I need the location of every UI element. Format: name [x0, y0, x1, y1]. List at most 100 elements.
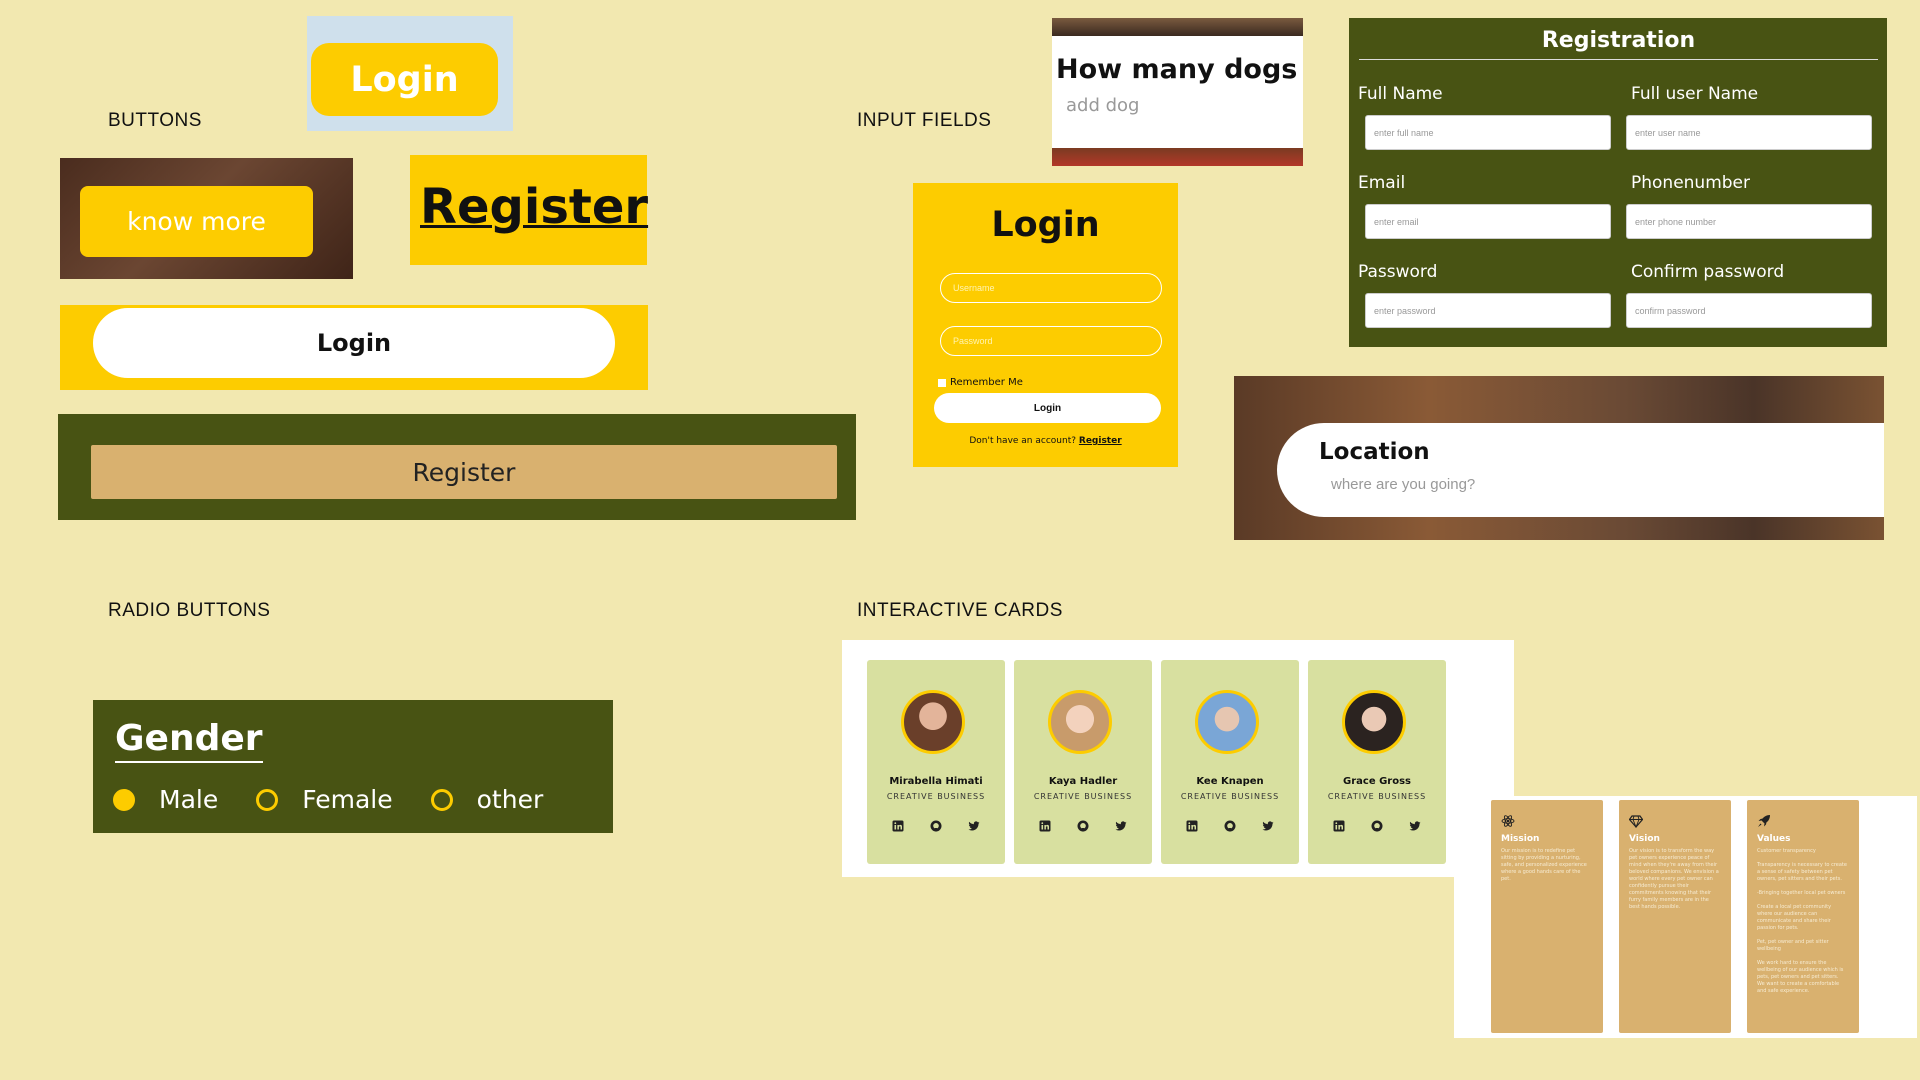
github-icon[interactable] — [1224, 820, 1236, 832]
profile-role: CREATIVE BUSINESS — [1180, 792, 1280, 801]
atom-icon — [1501, 815, 1515, 827]
vision-title: Vision — [1629, 834, 1660, 844]
profile-card[interactable]: Grace Gross CREATIVE BUSINESS — [1308, 660, 1446, 864]
label-email: Email — [1358, 173, 1406, 193]
github-icon[interactable] — [930, 820, 942, 832]
profile-card[interactable]: Kaya Hadler CREATIVE BUSINESS — [1014, 660, 1152, 864]
vision-card[interactable]: Vision Our vision is to transform the wa… — [1619, 800, 1731, 1033]
login-yellow-button-frame: Login — [307, 16, 513, 131]
profile-name: Grace Gross — [1343, 776, 1411, 787]
register-tan-button[interactable]: Register — [91, 445, 837, 499]
mission-text: Our mission is to redefine pet sitting b… — [1501, 848, 1587, 882]
twitter-icon[interactable] — [1409, 820, 1421, 832]
twitter-icon[interactable] — [1262, 820, 1274, 832]
linkedin-icon[interactable] — [1333, 820, 1345, 832]
twitter-icon[interactable] — [1115, 820, 1127, 832]
avatar — [1048, 690, 1112, 754]
radio-row: Male Female other — [113, 785, 581, 814]
profile-card[interactable]: Mirabella Himati CREATIVE BUSINESS — [867, 660, 1005, 864]
phone-input[interactable] — [1626, 204, 1872, 239]
register-tan-button-frame: Register — [58, 414, 856, 520]
radio-female[interactable]: Female — [256, 785, 393, 814]
profile-cards-panel: Mirabella Himati CREATIVE BUSINESS Kaya … — [842, 640, 1514, 877]
confirm-password-field[interactable] — [1626, 293, 1872, 328]
profile-name: Kee Knapen — [1196, 776, 1264, 787]
register-link-frame: Register — [410, 155, 648, 265]
label-confirm-password: Confirm password — [1631, 262, 1785, 282]
location-input[interactable] — [1329, 475, 1633, 494]
login-white-button-frame: Login — [60, 305, 648, 390]
full-name-input[interactable] — [1365, 115, 1611, 150]
user-name-input[interactable] — [1626, 115, 1872, 150]
know-more-button[interactable]: know more — [80, 186, 313, 257]
section-label-radio-buttons: RADIO BUTTONS — [108, 600, 271, 621]
profile-role: CREATIVE BUSINESS — [1327, 792, 1427, 801]
diamond-icon — [1629, 815, 1643, 828]
radio-label-female: Female — [302, 785, 393, 814]
login-yellow-button[interactable]: Login — [311, 43, 498, 116]
profile-role: CREATIVE BUSINESS — [886, 792, 986, 801]
linkedin-icon[interactable] — [1039, 820, 1051, 832]
linkedin-icon[interactable] — [892, 820, 904, 832]
section-label-input-fields: INPUT FIELDS — [857, 110, 992, 131]
profile-card[interactable]: Kee Knapen CREATIVE BUSINESS — [1161, 660, 1299, 864]
gender-title: Gender — [115, 718, 263, 763]
register-link[interactable]: Register — [1079, 436, 1122, 446]
social-icons — [1161, 820, 1299, 832]
linkedin-icon[interactable] — [1186, 820, 1198, 832]
signup-prompt-text: Don't have an account? — [969, 436, 1077, 446]
radio-other[interactable]: other — [430, 785, 544, 814]
vision-text: Our vision is to transform the way pet o… — [1629, 848, 1719, 910]
login-form-card: Login Remember Me Login Don't have an ac… — [913, 183, 1178, 467]
remember-me-label: Remember Me — [950, 377, 1023, 388]
profile-role: CREATIVE BUSINESS — [1033, 792, 1133, 801]
dogs-field-title: How many dogs — [1056, 54, 1298, 85]
avatar — [1342, 690, 1406, 754]
mission-vision-values-panel: Mission Our mission is to redefine pet s… — [1454, 796, 1917, 1038]
know-more-button-frame: know more — [60, 158, 353, 279]
signup-prompt: Don't have an account? Register — [913, 436, 1178, 446]
twitter-icon[interactable] — [968, 820, 980, 832]
social-icons — [1308, 820, 1446, 832]
email-input[interactable] — [1365, 204, 1611, 239]
login-submit-button[interactable]: Login — [934, 393, 1161, 423]
github-icon[interactable] — [1371, 820, 1383, 832]
rocket-icon — [1758, 815, 1770, 827]
radio-dot[interactable] — [256, 788, 279, 811]
radio-dot-checked[interactable] — [113, 788, 135, 811]
gender-radio-group: Gender Male Female other — [93, 700, 613, 833]
radio-label-male: Male — [159, 785, 219, 814]
remember-me[interactable]: Remember Me — [938, 377, 1023, 388]
avatar — [901, 690, 965, 754]
registration-form: Registration Full Name Full user Name Em… — [1349, 18, 1887, 347]
social-icons — [867, 820, 1005, 832]
login-form-title: Login — [991, 205, 1100, 245]
profile-name: Kaya Hadler — [1048, 776, 1118, 787]
location-search-panel: Location — [1234, 376, 1884, 540]
social-icons — [1014, 820, 1152, 832]
radio-male[interactable]: Male — [113, 785, 218, 814]
password-input[interactable] — [940, 326, 1162, 356]
username-input[interactable] — [940, 273, 1162, 303]
label-full-user-name: Full user Name — [1631, 84, 1759, 104]
label-phonenumber: Phonenumber — [1631, 173, 1751, 193]
mission-title: Mission — [1501, 834, 1540, 844]
mission-card[interactable]: Mission Our mission is to redefine pet s… — [1491, 800, 1603, 1033]
github-icon[interactable] — [1077, 820, 1089, 832]
location-search-bar: Location — [1277, 423, 1884, 517]
avatar — [1195, 690, 1259, 754]
values-text: Customer transparency Transparency is ne… — [1757, 848, 1847, 994]
radio-dot[interactable] — [430, 788, 453, 811]
values-card[interactable]: Values Customer transparency Transparenc… — [1747, 800, 1859, 1033]
registration-title: Registration — [1359, 28, 1878, 60]
remember-me-checkbox[interactable] — [938, 378, 946, 387]
label-full-name: Full Name — [1358, 84, 1443, 104]
section-label-interactive-cards: INTERACTIVE CARDS — [857, 600, 1063, 621]
register-link-button[interactable]: Register — [420, 179, 648, 235]
radio-label-other: other — [476, 785, 544, 814]
dogs-input[interactable] — [1064, 94, 1288, 117]
section-label-buttons: BUTTONS — [108, 110, 202, 131]
login-white-button[interactable]: Login — [93, 308, 615, 378]
location-title: Location — [1319, 439, 1430, 465]
password-field[interactable] — [1365, 293, 1611, 328]
